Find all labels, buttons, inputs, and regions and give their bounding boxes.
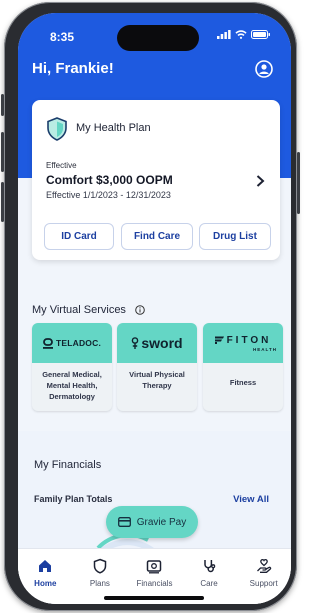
- phone-frame: 8:35 Hi, Frankie! My Health Plan Effecti…: [1, 2, 300, 611]
- fiton-mark-icon: [214, 336, 224, 344]
- teladoc-mark-icon: [42, 337, 53, 349]
- tab-financials-label: Financials: [136, 579, 173, 588]
- id-card-button[interactable]: ID Card: [44, 223, 114, 250]
- service-desc-teladoc: General Medical, Mental Health, Dermatol…: [42, 370, 102, 401]
- fiton-logo-subtext: HEALTH: [253, 346, 277, 352]
- tab-home[interactable]: Home: [18, 549, 73, 604]
- service-card-sword[interactable]: sword Virtual Physical Therapy: [117, 323, 197, 411]
- home-icon: [39, 560, 52, 572]
- tab-home-label: Home: [34, 579, 57, 588]
- service-card-teladoc[interactable]: TELADOC. General Medical, Mental Health,…: [32, 323, 112, 411]
- volume-down-button: [1, 182, 4, 222]
- family-plan-totals-label: Family Plan Totals: [34, 494, 113, 504]
- gravie-pay-label: Gravie Pay: [136, 516, 187, 528]
- dollar-card-icon: [147, 560, 162, 574]
- action-button: [1, 94, 4, 116]
- home-indicator: [104, 596, 204, 600]
- tab-plans-label: Plans: [89, 579, 110, 588]
- service-desc-sword: Virtual Physical Therapy: [129, 370, 185, 390]
- plan-effective-label: Effective: [46, 161, 77, 170]
- wifi-icon: [235, 30, 247, 39]
- gravie-pay-button[interactable]: Gravie Pay: [106, 506, 198, 538]
- service-desc-fiton: Fitness: [229, 378, 257, 387]
- greeting: Hi, Frankie!: [32, 60, 114, 77]
- plan-dates: Effective 1/1/2023 - 12/31/2023: [46, 190, 171, 200]
- tab-support-label: Support: [249, 579, 278, 588]
- sword-logo: sword: [117, 323, 197, 363]
- tab-care-label: Care: [200, 579, 218, 588]
- teladoc-logo: TELADOC.: [32, 323, 112, 363]
- sword-logo-text: sword: [141, 335, 183, 351]
- financials-title: My Financials: [34, 459, 102, 471]
- info-icon[interactable]: [135, 305, 145, 315]
- health-plan-card[interactable]: My Health Plan Effective Comfort $3,000 …: [32, 100, 280, 260]
- signal-icon: [217, 30, 231, 39]
- stethoscope-icon: [204, 560, 216, 573]
- drug-list-button[interactable]: Drug List: [199, 223, 271, 250]
- battery-icon: [251, 30, 270, 39]
- status-icons: [217, 30, 271, 39]
- dynamic-island: [117, 25, 199, 51]
- card-icon: [117, 517, 131, 527]
- support-heart-icon: [256, 558, 271, 573]
- virtual-services-title: My Virtual Services: [32, 304, 126, 316]
- shield-icon: [47, 117, 67, 141]
- volume-up-button: [1, 132, 4, 172]
- tab-support[interactable]: Support: [236, 549, 291, 604]
- chevron-right-icon[interactable]: [254, 174, 266, 188]
- find-care-button[interactable]: Find Care: [121, 223, 193, 250]
- teladoc-logo-text: TELADOC.: [55, 338, 102, 348]
- plan-name: Comfort $3,000 OOPM: [46, 173, 173, 187]
- view-all-link[interactable]: View All: [233, 494, 269, 505]
- plan-card-title: My Health Plan: [76, 122, 151, 134]
- fiton-wordmark: FITON: [214, 334, 272, 346]
- power-button: [297, 152, 300, 214]
- service-card-fiton[interactable]: FITON HEALTH Fitness: [203, 323, 283, 411]
- status-time: 8:35: [50, 30, 75, 44]
- screen: 8:35 Hi, Frankie! My Health Plan Effecti…: [18, 13, 291, 604]
- fiton-logo: FITON HEALTH: [203, 323, 283, 363]
- profile-icon[interactable]: [255, 60, 273, 78]
- fiton-logo-text: FITON: [226, 334, 272, 346]
- shield-icon: [93, 558, 107, 574]
- sword-mark-icon: [132, 336, 139, 349]
